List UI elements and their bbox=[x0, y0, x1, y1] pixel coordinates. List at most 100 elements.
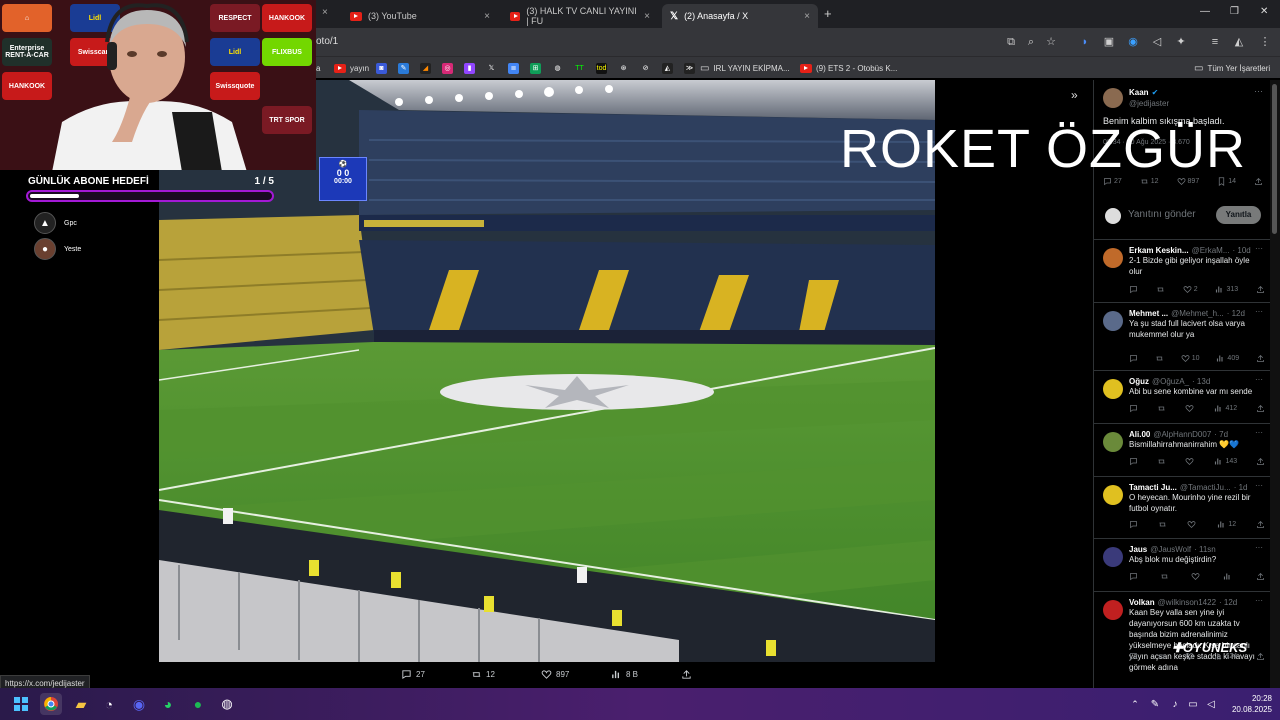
reply-avatar[interactable] bbox=[1103, 547, 1123, 567]
repost-button[interactable] bbox=[1160, 572, 1169, 581]
more-icon[interactable]: ··· bbox=[1255, 244, 1263, 253]
reply-button[interactable] bbox=[1129, 572, 1138, 581]
media-icon[interactable]: ≡ bbox=[1208, 35, 1222, 49]
bookmark-item[interactable]: ◭ bbox=[662, 61, 673, 75]
restore-icon[interactable]: ❐ bbox=[1230, 6, 1239, 17]
share-button[interactable] bbox=[1256, 572, 1265, 581]
reply-handle[interactable]: @wilkinson1422 bbox=[1158, 598, 1216, 607]
share-button[interactable] bbox=[1254, 177, 1263, 186]
bookmark-item[interactable]: (9) ETS 2 - Otobüs K... bbox=[800, 61, 897, 75]
reply-button[interactable] bbox=[1129, 457, 1138, 466]
reply-time[interactable]: · 10d bbox=[1233, 246, 1251, 255]
pen-icon[interactable]: ✎ bbox=[1144, 693, 1166, 715]
speaker-icon[interactable]: ◁ bbox=[1200, 693, 1222, 715]
spotify-icon[interactable]: ● bbox=[187, 693, 209, 715]
share-button[interactable] bbox=[1256, 354, 1265, 363]
more-icon[interactable]: ··· bbox=[1255, 596, 1263, 605]
more-icon[interactable]: ··· bbox=[1255, 481, 1263, 490]
reply-input[interactable]: Yanıtını gönder bbox=[1128, 209, 1196, 220]
views-button[interactable]: 143 bbox=[1214, 457, 1237, 466]
repost-button[interactable]: 12 bbox=[471, 669, 495, 680]
reply-author[interactable]: Erkam Keskin... bbox=[1129, 246, 1189, 255]
panel-scrollbar[interactable] bbox=[1270, 80, 1280, 688]
url-input[interactable]: oto/1 bbox=[316, 36, 338, 47]
reply-button[interactable] bbox=[1129, 354, 1138, 363]
star-icon[interactable]: ☆ bbox=[1044, 35, 1058, 49]
share-button[interactable] bbox=[1256, 404, 1265, 413]
menu-icon[interactable]: ⋮ bbox=[1258, 35, 1272, 49]
reply-time[interactable]: · 13d bbox=[1192, 377, 1210, 386]
bookmark-item[interactable]: TT bbox=[574, 61, 585, 75]
share-button[interactable] bbox=[1256, 652, 1265, 661]
more-icon[interactable]: ··· bbox=[1254, 86, 1263, 96]
repost-button[interactable] bbox=[1157, 404, 1166, 413]
close-window-icon[interactable]: ✕ bbox=[1260, 6, 1268, 17]
more-icon[interactable]: ··· bbox=[1255, 428, 1263, 437]
views-button[interactable]: 409 bbox=[1216, 354, 1239, 363]
chevron-up-icon[interactable]: ⌃ bbox=[1124, 693, 1146, 715]
reply-avatar[interactable] bbox=[1103, 600, 1123, 620]
more-icon[interactable]: ··· bbox=[1255, 375, 1263, 384]
bookmark-item[interactable]: ▮ bbox=[464, 61, 475, 75]
bookmark-item[interactable]: ⊛ bbox=[618, 61, 629, 75]
bookmark-item[interactable]: ≫ bbox=[684, 61, 695, 75]
share-button[interactable] bbox=[1256, 520, 1265, 529]
like-button[interactable] bbox=[1185, 457, 1196, 466]
bookmark-item[interactable]: ◙ bbox=[376, 61, 387, 75]
bookmark-item[interactable]: ◢ bbox=[420, 61, 431, 75]
reply-author[interactable]: Ali.00 bbox=[1129, 430, 1150, 439]
views-button[interactable]: 313 bbox=[1215, 285, 1238, 294]
bookmark-item[interactable]: ⊘ bbox=[640, 61, 651, 75]
steam-icon[interactable]: ◔ bbox=[98, 693, 120, 715]
tweet-author[interactable]: Kaan bbox=[1129, 88, 1149, 97]
extension-icon[interactable]: ◗ bbox=[1078, 35, 1092, 49]
folder-icon[interactable]: ▰ bbox=[70, 693, 92, 715]
like-button[interactable]: 10 bbox=[1181, 354, 1200, 363]
reply-avatar[interactable] bbox=[1103, 311, 1123, 331]
close-icon[interactable]: × bbox=[644, 11, 650, 22]
share-button[interactable] bbox=[1256, 457, 1265, 466]
install-icon[interactable]: ⧉ bbox=[1004, 35, 1018, 49]
bookmark-item[interactable]: 𝕏 bbox=[486, 61, 497, 75]
bookmark-item[interactable]: ✎ bbox=[398, 61, 409, 75]
share-button[interactable] bbox=[1256, 285, 1265, 294]
reply-author[interactable]: Oğuz bbox=[1129, 377, 1149, 386]
all-bookmarks-button[interactable]: ▭ Tüm Yer İşaretleri bbox=[1194, 61, 1270, 75]
reply-submit-button[interactable]: Yanıtla bbox=[1216, 206, 1261, 224]
scrollbar-thumb[interactable] bbox=[1272, 84, 1277, 234]
bookmark-item[interactable]: tod bbox=[596, 61, 607, 75]
repost-button[interactable] bbox=[1156, 285, 1165, 294]
like-button[interactable]: 2 bbox=[1183, 285, 1198, 294]
volume-icon[interactable]: ◁ bbox=[1150, 35, 1164, 49]
obs-icon[interactable]: ◍ bbox=[216, 693, 238, 715]
reply-time[interactable]: · 12d bbox=[1219, 598, 1237, 607]
reply-button[interactable] bbox=[1129, 520, 1138, 529]
reply-avatar[interactable] bbox=[1103, 379, 1123, 399]
reply-author[interactable]: Tamacti Ju... bbox=[1129, 483, 1177, 492]
bookmark-item[interactable]: ⊞ bbox=[530, 61, 541, 75]
views-button[interactable] bbox=[1223, 572, 1234, 581]
browser-tab[interactable]: (3) YouTube × bbox=[342, 4, 498, 28]
reply-handle[interactable]: @Mehmet_h... bbox=[1171, 309, 1224, 318]
more-icon[interactable]: ··· bbox=[1255, 307, 1263, 316]
reply-button[interactable]: 27 bbox=[401, 669, 425, 680]
share-button[interactable] bbox=[681, 669, 692, 680]
close-icon[interactable]: × bbox=[322, 7, 328, 18]
reply-handle[interactable]: @AlpHannD007 bbox=[1153, 430, 1211, 439]
bookmark-folder[interactable]: ▭ IRL YAYIN EKİPMA... bbox=[700, 61, 790, 75]
like-button[interactable] bbox=[1185, 404, 1196, 413]
extension-icon[interactable]: ▣ bbox=[1102, 35, 1116, 49]
reply-author[interactable]: Mehmet ... bbox=[1129, 309, 1168, 318]
reply-time[interactable]: · 12d bbox=[1227, 309, 1245, 318]
close-icon[interactable]: × bbox=[484, 11, 490, 22]
reply-time[interactable]: · 1d bbox=[1234, 483, 1248, 492]
reply-item[interactable]: Volkan @wilkinson1422 · 12d Kaan Bey valla … bbox=[1094, 591, 1270, 672]
new-tab-button[interactable]: + bbox=[824, 6, 832, 21]
minimize-icon[interactable]: — bbox=[1200, 6, 1210, 17]
reply-handle[interactable]: @OğuzA_ bbox=[1152, 377, 1189, 386]
reply-handle[interactable]: @JausWolf bbox=[1150, 545, 1191, 554]
reply-button[interactable] bbox=[1129, 285, 1138, 294]
whatsapp-icon[interactable]: ◕ bbox=[157, 693, 179, 715]
reply-time[interactable]: · 7d bbox=[1214, 430, 1228, 439]
reply-time[interactable]: · 11sn bbox=[1194, 545, 1216, 554]
